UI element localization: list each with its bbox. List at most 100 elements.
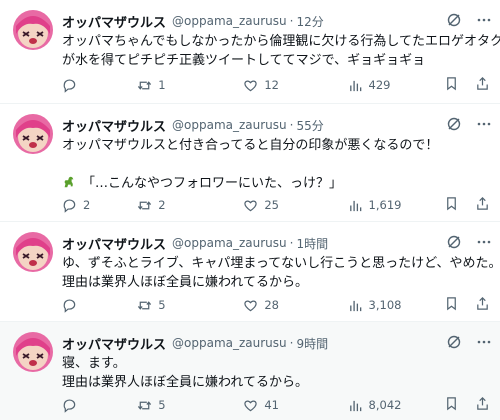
retweet-button[interactable]: 2	[137, 198, 243, 213]
tweet-header: オッパマザウルス @oppama_zaurusu · 9時間	[62, 334, 492, 353]
share-icon[interactable]	[475, 396, 490, 415]
more-icon[interactable]	[476, 116, 492, 132]
tweet-text-line: が水を得てピチピチ正義ツイートしててマジで、ギョギョギョ	[62, 53, 426, 68]
retweet-count: 2	[158, 198, 166, 212]
tweet-actions: 5 28 3,108	[62, 296, 490, 314]
tweet[interactable]: オッパマザウルス @oppama_zaurusu · 1時間 ゆ、ずそふとライブ…	[0, 222, 500, 322]
display-name[interactable]: オッパマザウルス	[62, 234, 166, 253]
like-button[interactable]: 41	[243, 398, 347, 413]
tweet-text-line: 理由は業界人ほぼ全員に嫌われてるから。	[62, 375, 308, 390]
bookmark-icon[interactable]	[444, 76, 459, 95]
views-icon	[349, 80, 361, 91]
tweet-text-line: 「…こんなやつフォロワーにいた、っけ？」	[82, 176, 343, 191]
reply-icon	[63, 298, 76, 313]
user-handle[interactable]: @oppama_zaurusu	[172, 14, 287, 28]
tweet-header: オッパマザウルス @oppama_zaurusu · 12分	[62, 12, 492, 31]
grok-icon[interactable]	[446, 334, 462, 350]
avatar-image	[13, 332, 53, 372]
bookmark-icon[interactable]	[444, 196, 459, 215]
tweet-actions: 2 2 25 1,619	[62, 196, 490, 214]
reply-icon	[63, 198, 76, 213]
timestamp[interactable]: 1時間	[296, 235, 328, 252]
share-icon[interactable]	[475, 76, 490, 95]
tweet-text-line: オッパマちゃんでもしなかったから倫理観に欠ける行為してたエロゲオタク	[62, 34, 500, 49]
reply-button[interactable]	[62, 78, 137, 93]
retweet-icon	[138, 300, 152, 310]
like-icon	[244, 300, 258, 311]
like-icon	[244, 400, 258, 411]
views-count: 429	[368, 78, 391, 92]
like-count: 28	[264, 298, 279, 312]
display-name[interactable]: オッパマザウルス	[62, 334, 166, 353]
views-icon	[349, 200, 361, 211]
grok-icon[interactable]	[446, 12, 462, 28]
user-handle[interactable]: @oppama_zaurusu	[172, 336, 287, 350]
like-button[interactable]: 28	[243, 298, 347, 313]
like-count: 41	[264, 398, 279, 412]
separator-dot: ·	[289, 336, 294, 350]
separator-dot: ·	[289, 14, 294, 28]
tweet-header: オッパマザウルス @oppama_zaurusu · 1時間	[62, 234, 492, 253]
reply-button[interactable]	[62, 298, 137, 313]
user-handle[interactable]: @oppama_zaurusu	[172, 118, 287, 132]
retweet-button[interactable]: 5	[137, 298, 243, 313]
display-name[interactable]: オッパマザウルス	[62, 12, 166, 31]
dinosaur-emoji	[62, 175, 76, 195]
reply-count: 2	[83, 198, 91, 212]
tweet-text: ゆ、ずそふとライブ、キャパ埋まってないし行こうと思ったけど、やめた。 理由は業界…	[62, 254, 500, 292]
views-button[interactable]: 1,619	[348, 198, 444, 213]
display-name[interactable]: オッパマザウルス	[62, 116, 166, 135]
avatar[interactable]	[13, 10, 53, 50]
avatar[interactable]	[13, 332, 53, 372]
tweet-text-line: ゆ、ずそふとライブ、キャパ埋まってないし行こうと思ったけど、やめた。	[62, 256, 500, 271]
timestamp[interactable]: 9時間	[296, 335, 328, 352]
more-icon[interactable]	[476, 234, 492, 250]
bookmark-icon[interactable]	[444, 296, 459, 315]
views-count: 8,042	[368, 398, 402, 412]
tweet-text-line	[62, 155, 484, 174]
tweet-actions: 1 12 429	[62, 76, 490, 94]
tweet-text: オッパマザウルスと付き合ってると自分の印象が悪くなるので！ 「…こんなやつフォロ…	[62, 136, 484, 195]
share-icon[interactable]	[475, 296, 490, 315]
retweet-icon	[138, 80, 152, 90]
bookmark-icon[interactable]	[444, 396, 459, 415]
reply-button[interactable]: 2	[62, 198, 137, 213]
share-icon[interactable]	[475, 196, 490, 215]
like-button[interactable]: 12	[243, 78, 347, 93]
views-button[interactable]: 8,042	[348, 398, 444, 413]
timestamp[interactable]: 12分	[296, 13, 323, 30]
views-button[interactable]: 429	[348, 78, 444, 93]
tweet-text: 寝、ます。 理由は業界人ほぼ全員に嫌われてるから。	[62, 354, 484, 392]
views-count: 3,108	[368, 298, 402, 312]
tweet-text-line: オッパマザウルスと付き合ってると自分の印象が悪くなるので！	[62, 138, 439, 153]
retweet-count: 1	[158, 78, 166, 92]
tweet[interactable]: オッパマザウルス @oppama_zaurusu · 12分 オッパマちゃんでも…	[0, 0, 500, 104]
more-icon[interactable]	[476, 334, 492, 350]
user-handle[interactable]: @oppama_zaurusu	[172, 236, 287, 250]
avatar-image	[13, 10, 53, 50]
retweet-button[interactable]: 5	[137, 398, 243, 413]
timeline-feed: オッパマザウルス @oppama_zaurusu · 12分 オッパマちゃんでも…	[0, 0, 500, 420]
like-icon	[244, 200, 258, 211]
retweet-button[interactable]: 1	[137, 78, 243, 93]
avatar[interactable]	[13, 232, 53, 272]
like-count: 25	[264, 198, 279, 212]
avatar[interactable]	[13, 114, 53, 154]
tweet[interactable]: オッパマザウルス @oppama_zaurusu · 55分 オッパマザウルスと…	[0, 104, 500, 222]
tweet-header: オッパマザウルス @oppama_zaurusu · 55分	[62, 116, 492, 135]
timestamp[interactable]: 55分	[296, 117, 323, 134]
grok-icon[interactable]	[446, 234, 462, 250]
tweet-text-line: 寝、ます。	[62, 356, 126, 371]
like-button[interactable]: 25	[243, 198, 347, 213]
views-count: 1,619	[368, 198, 402, 212]
more-icon[interactable]	[476, 12, 492, 28]
reply-icon	[63, 398, 76, 413]
views-button[interactable]: 3,108	[348, 298, 444, 313]
separator-dot: ·	[289, 118, 294, 132]
grok-icon[interactable]	[446, 116, 462, 132]
reply-icon	[63, 78, 76, 93]
retweet-count: 5	[158, 298, 166, 312]
reply-button[interactable]	[62, 398, 137, 413]
tweet[interactable]: オッパマザウルス @oppama_zaurusu · 9時間 寝、ます。 理由は…	[0, 322, 500, 420]
like-icon	[244, 80, 258, 91]
